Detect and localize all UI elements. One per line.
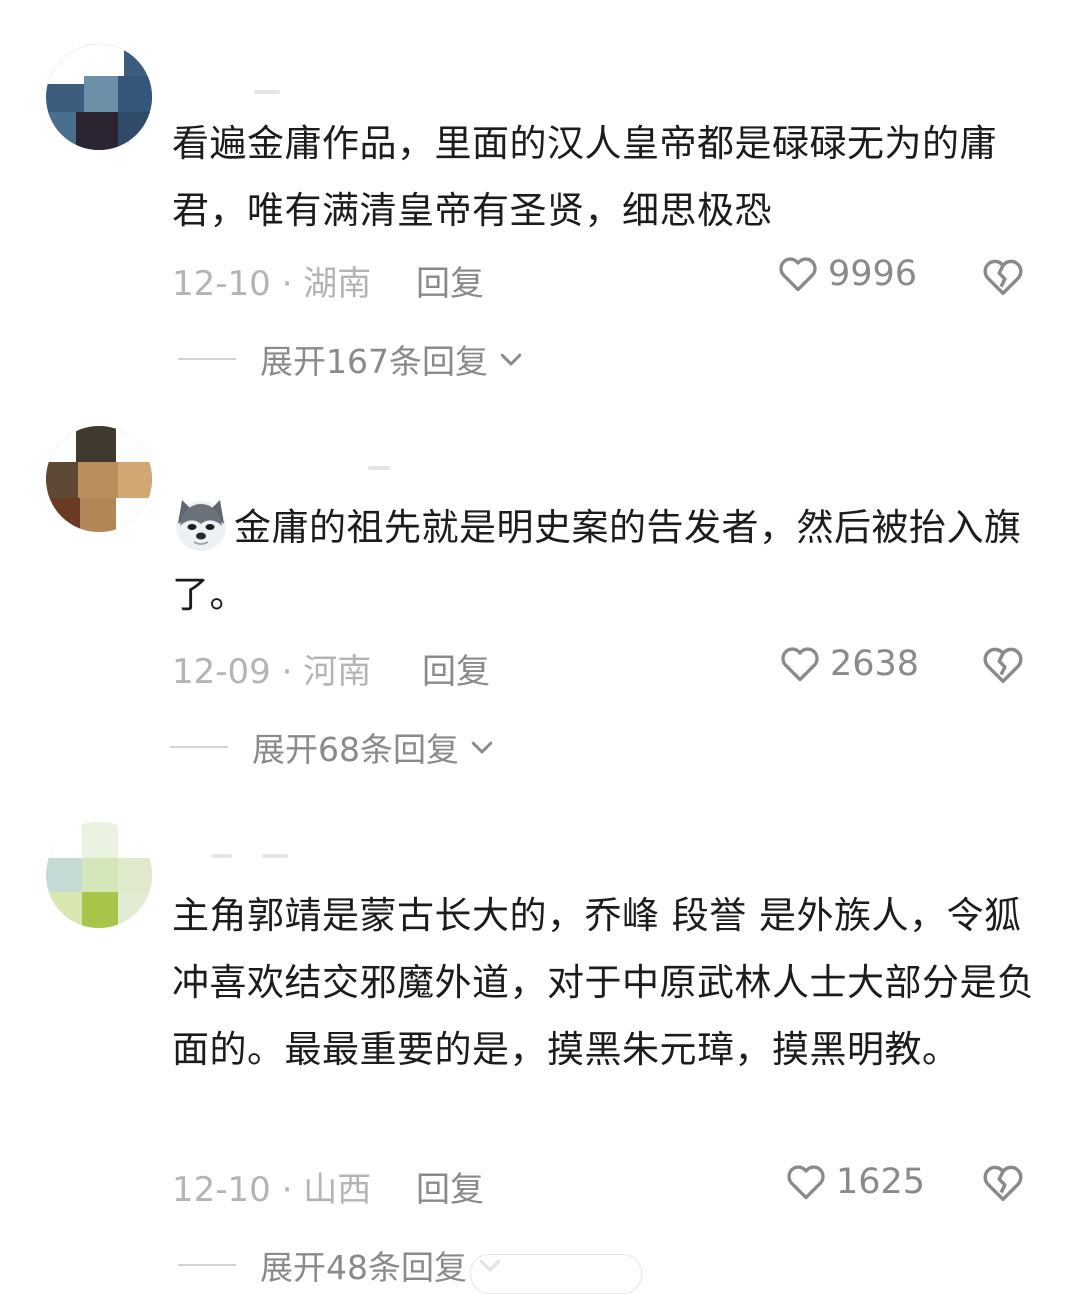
avatar[interactable] (46, 44, 152, 150)
like-count: 9996 (828, 254, 918, 294)
username[interactable] (172, 88, 292, 102)
heart-outline-icon (779, 257, 817, 292)
comment-text: 看遍金庸作品，里面的汉人皇帝都是碌碌无为的庸君，唯有满清皇帝有圣贤，细思极恐 (172, 122, 997, 232)
husky-dog-emoji-icon (176, 500, 226, 551)
date-location: 12-10 · 山西 (172, 1170, 372, 1210)
expand-replies-button[interactable]: 展开48条回复 (178, 1240, 505, 1290)
like-button[interactable]: 9996 (776, 252, 917, 296)
watermark-overlay (470, 1254, 642, 1294)
comment-text: 金庸的祖先就是明史案的告发者，然后被抬入旗了。 (172, 494, 1042, 628)
divider-line (170, 746, 228, 748)
chevron-down-icon (471, 741, 493, 754)
username[interactable] (172, 464, 390, 478)
heart-outline-icon (781, 647, 819, 682)
reply-button[interactable]: 回复 (422, 644, 490, 693)
expand-replies-button[interactable]: 展开167条回复 (178, 334, 526, 384)
date-location: 12-09 · 河南 (172, 652, 372, 692)
broken-heart-icon[interactable] (980, 254, 1026, 300)
date-location: 12-10 · 湖南 (172, 264, 372, 304)
expand-replies-label: 展开68条回复 (252, 730, 459, 769)
avatar[interactable] (46, 822, 152, 928)
expand-replies-button[interactable]: 展开68条回复 (170, 722, 497, 772)
chevron-down-icon (500, 353, 522, 366)
like-count: 1625 (836, 1162, 926, 1202)
divider-line (178, 358, 236, 360)
reply-button[interactable]: 回复 (416, 256, 484, 305)
reply-button[interactable]: 回复 (416, 1162, 484, 1211)
broken-heart-icon[interactable] (980, 1160, 1026, 1206)
expand-replies-label: 展开48条回复 (260, 1248, 467, 1287)
divider-line (178, 1264, 236, 1266)
comment-text: 主角郭靖是蒙古长大的，乔峰 段誉 是外族人，令狐冲喜欢结交邪魔外道，对于中原武林… (172, 894, 1035, 1071)
like-button[interactable]: 2638 (778, 642, 919, 686)
username[interactable] (172, 852, 292, 866)
like-count: 2638 (830, 644, 920, 684)
avatar[interactable] (46, 426, 152, 532)
broken-heart-icon[interactable] (980, 642, 1026, 688)
like-button[interactable]: 1625 (784, 1160, 925, 1204)
comment-text-content: 金庸的祖先就是明史案的告发者，然后被抬入旗了。 (172, 506, 1022, 616)
heart-outline-icon (787, 1165, 825, 1200)
expand-replies-label: 展开167条回复 (260, 342, 488, 381)
